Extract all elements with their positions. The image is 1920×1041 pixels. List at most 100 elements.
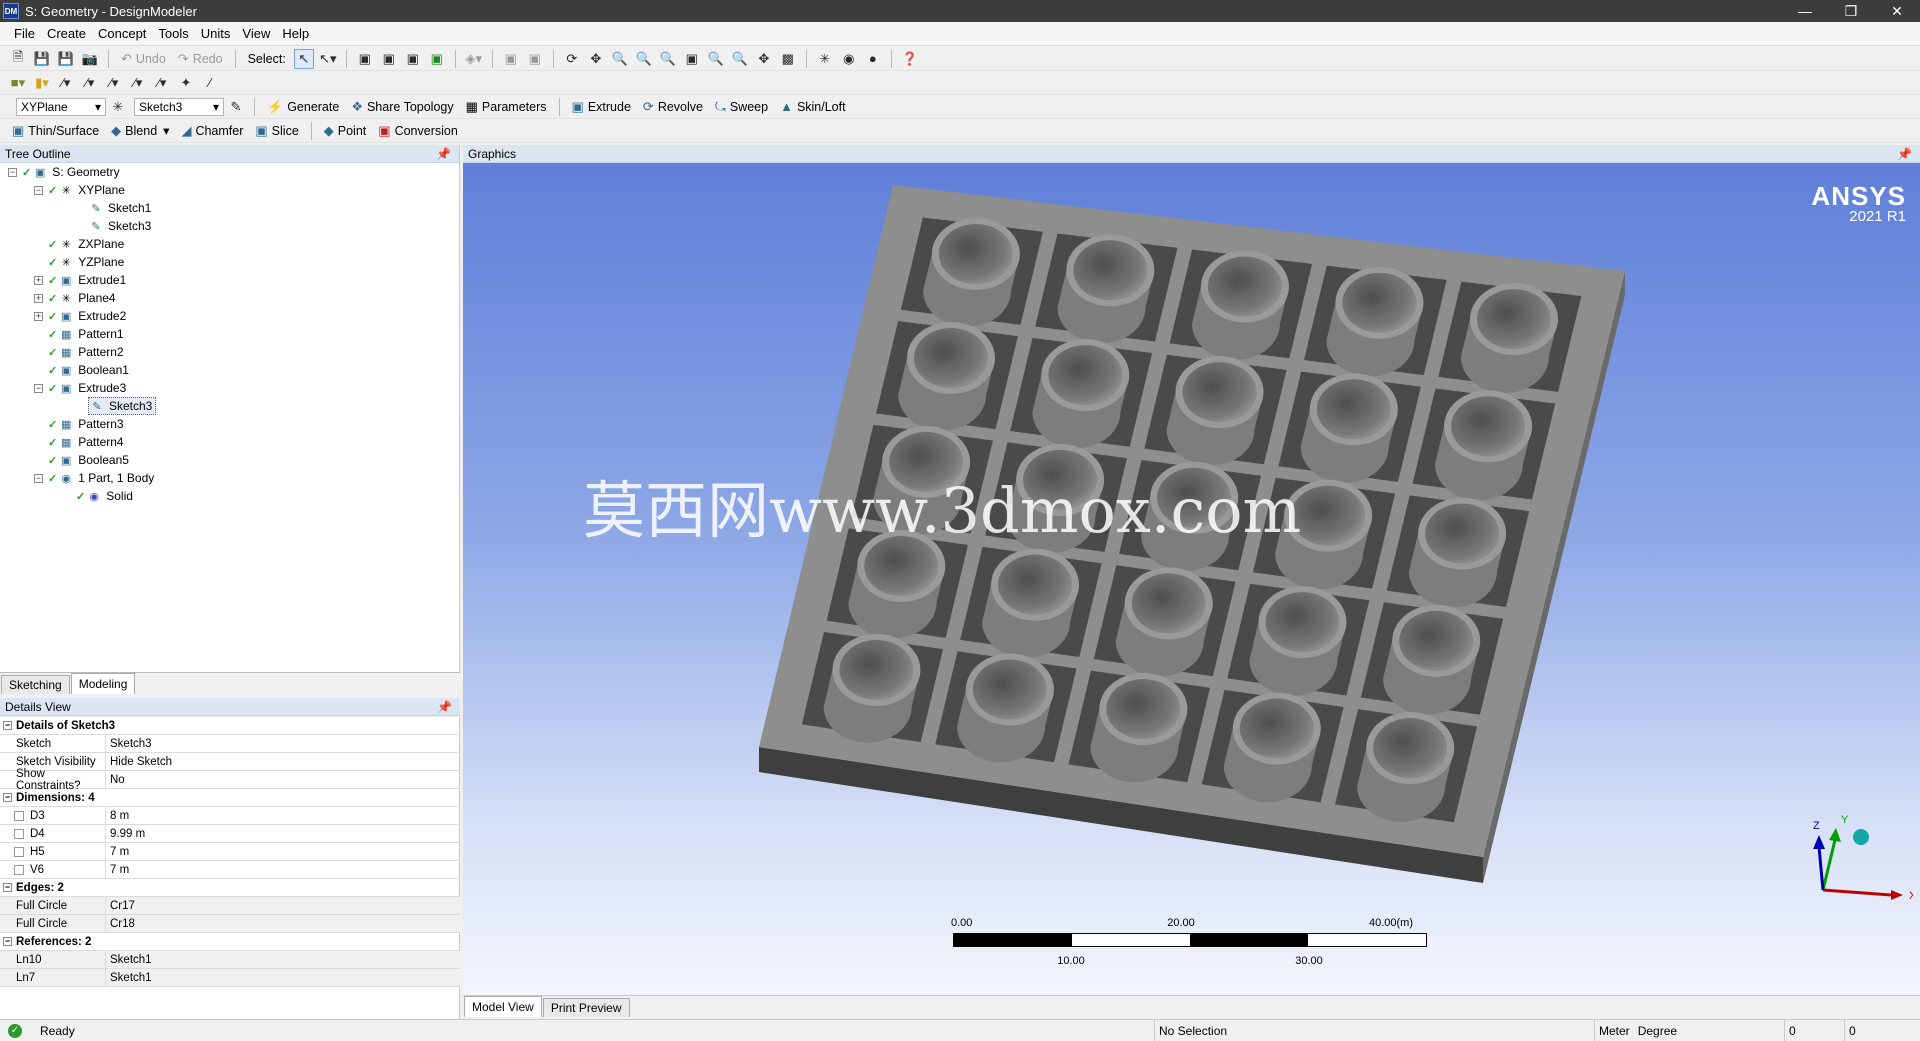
iso-ball-icon[interactable]	[1853, 829, 1869, 845]
thin-surface-button[interactable]: ▣ Thin/Surface	[6, 121, 105, 141]
zoom-fit-icon[interactable]: ▣	[682, 49, 702, 69]
pin-icon[interactable]: 📌	[436, 147, 451, 161]
screenshot-icon[interactable]: 📷	[80, 49, 100, 69]
blend-button[interactable]: ◆ Blend ▾	[105, 121, 175, 141]
pin-tool-icon[interactable]: ✦	[176, 73, 196, 93]
menu-file[interactable]: File	[8, 26, 41, 41]
collapse-icon[interactable]: −	[3, 721, 12, 730]
select-edges-icon[interactable]: ▣	[379, 49, 399, 69]
axis-triad[interactable]: X Y Z	[1763, 795, 1913, 915]
new-plane-icon[interactable]: ✳	[108, 97, 128, 117]
save-as-icon[interactable]: 💾	[56, 49, 76, 69]
details-row[interactable]: H5 7 m	[0, 843, 460, 861]
collapse-icon[interactable]: −	[8, 168, 17, 177]
new-sketch-icon[interactable]: ✎	[226, 97, 246, 117]
zoom-plus-icon[interactable]: 🔍	[706, 49, 726, 69]
parameter-checkbox[interactable]	[14, 864, 24, 875]
tree-item-zxplane[interactable]: ✓ ✳ ZXPlane	[48, 235, 124, 253]
box-select2-icon[interactable]: ▣	[525, 49, 545, 69]
collapse-icon[interactable]: −	[34, 474, 43, 483]
tree-item-extrude2[interactable]: ✓ ▣ Extrude2	[48, 307, 126, 325]
revolve-button[interactable]: ⟳ Revolve	[637, 97, 709, 117]
display-body-icon[interactable]: ◉	[839, 49, 859, 69]
plane-select[interactable]: XYPlane ▾	[16, 97, 106, 116]
tab-modeling[interactable]: Modeling	[70, 673, 136, 694]
slice-button[interactable]: ▣ Slice	[249, 121, 304, 141]
collapse-icon[interactable]: −	[3, 937, 12, 946]
line-tool-2-icon[interactable]: ∕▾	[80, 73, 100, 93]
tree-item-pattern4[interactable]: ✓ ▦ Pattern4	[48, 433, 124, 451]
tab-model-view[interactable]: Model View	[464, 996, 542, 1017]
tree-item-xyplane[interactable]: ✓ ✳ XYPlane	[48, 181, 125, 199]
select-faces-icon[interactable]: ▣	[403, 49, 423, 69]
zoom-box-icon[interactable]: 🔍	[658, 49, 678, 69]
details-row[interactable]: Full Circle Cr17	[0, 897, 460, 915]
share-topology-button[interactable]: ❖ Share Topology	[345, 97, 459, 117]
select-type-icon[interactable]: ↖▾	[318, 49, 338, 69]
menu-tools[interactable]: Tools	[152, 26, 194, 41]
tree-item-pattern2[interactable]: ✓ ▦ Pattern2	[48, 343, 124, 361]
model-canvas[interactable]	[463, 145, 1920, 995]
tab-print-preview[interactable]: Print Preview	[542, 998, 630, 1017]
details-group-header[interactable]: − Details of Sketch3	[0, 717, 460, 735]
collapse-icon[interactable]: −	[34, 186, 43, 195]
extrude-button[interactable]: ▣ Extrude	[566, 97, 637, 117]
parameter-checkbox[interactable]	[14, 828, 24, 839]
tree-item-extrude3[interactable]: ✓ ▣ Extrude3	[48, 379, 126, 397]
details-row[interactable]: Full Circle Cr18	[0, 915, 460, 933]
tree-item-sketch3[interactable]: ✎ Sketch3	[88, 217, 151, 235]
tree-item-geometry[interactable]: ✓ ▣ S: Geometry	[22, 163, 120, 181]
expand-icon[interactable]: +	[34, 312, 43, 321]
parameter-checkbox[interactable]	[14, 810, 24, 821]
line-tool-3-icon[interactable]: ∕▾	[104, 73, 124, 93]
zoom-in-icon[interactable]: 🔍	[634, 49, 654, 69]
tree-item-yzplane[interactable]: ✓ ✳ YZPlane	[48, 253, 124, 271]
view-options-icon[interactable]: ▩	[778, 49, 798, 69]
line-tool-5-icon[interactable]: ∕▾	[152, 73, 172, 93]
tab-sketching[interactable]: Sketching	[1, 675, 70, 694]
expand-icon[interactable]: +	[34, 294, 43, 303]
display-color-icon[interactable]: ■▾	[8, 73, 28, 93]
pin-icon[interactable]: 📌	[1897, 147, 1912, 161]
select-bodies-icon[interactable]: ▣	[427, 49, 447, 69]
extend-select-icon[interactable]: ◈▾	[464, 49, 484, 69]
display-point-icon[interactable]: ●	[863, 49, 883, 69]
line-tool-4-icon[interactable]: ∕▾	[128, 73, 148, 93]
undo-button[interactable]: ↶ Undo	[115, 49, 172, 69]
minimize-icon[interactable]: —	[1782, 0, 1828, 22]
tree-item-pattern3[interactable]: ✓ ▦ Pattern3	[48, 415, 124, 433]
expand-icon[interactable]: +	[34, 276, 43, 285]
skin-loft-button[interactable]: ▲ Skin/Loft	[774, 97, 852, 117]
menu-view[interactable]: View	[236, 26, 276, 41]
snap-tool-icon[interactable]: ∕	[200, 73, 220, 93]
zoom-minus-icon[interactable]: 🔍	[730, 49, 750, 69]
details-row[interactable]: Show Constraints? No	[0, 768, 460, 792]
box-select-icon[interactable]: ▣	[501, 49, 521, 69]
sketch-select[interactable]: Sketch3 ▾	[134, 97, 224, 116]
chamfer-button[interactable]: ◢ Chamfer	[175, 121, 249, 141]
details-row[interactable]: Sketch Sketch3	[0, 735, 460, 753]
sweep-button[interactable]: ⤿ Sweep	[709, 97, 774, 117]
details-row[interactable]: Ln10 Sketch1	[0, 951, 460, 969]
collapse-icon[interactable]: −	[34, 384, 43, 393]
new-icon[interactable]: 🗎	[8, 49, 28, 69]
rotate-icon[interactable]: ⟳	[562, 49, 582, 69]
select-points-icon[interactable]: ▣	[355, 49, 375, 69]
tree-item-sketch1[interactable]: ✎ Sketch1	[88, 199, 151, 217]
menu-concept[interactable]: Concept	[92, 26, 152, 41]
menu-create[interactable]: Create	[41, 26, 92, 41]
menu-help[interactable]: Help	[276, 26, 315, 41]
tree-item-pattern1[interactable]: ✓ ▦ Pattern1	[48, 325, 124, 343]
tree-item-solid[interactable]: ✓ ◉ Solid	[76, 487, 133, 505]
details-group-header[interactable]: − Edges: 2	[0, 879, 460, 897]
tree-item-boolean1[interactable]: ✓ ▣ Boolean1	[48, 361, 129, 379]
tree-item-plane4[interactable]: ✓ ✳ Plane4	[48, 289, 116, 307]
triad-icon[interactable]: ✳	[815, 49, 835, 69]
details-row[interactable]: Ln7 Sketch1	[0, 969, 460, 987]
collapse-icon[interactable]: −	[3, 793, 12, 802]
details-row[interactable]: D4 9.99 m	[0, 825, 460, 843]
pan-icon[interactable]: ✥	[586, 49, 606, 69]
conversion-button[interactable]: ▣ Conversion	[372, 121, 464, 141]
tree-item-extrude1[interactable]: ✓ ▣ Extrude1	[48, 271, 126, 289]
help-cursor-icon[interactable]: ❓	[900, 49, 920, 69]
